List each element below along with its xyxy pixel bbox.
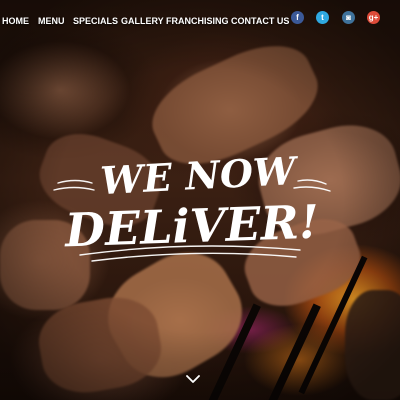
twitter-glyph: t	[321, 12, 324, 22]
nav-link-contact-us[interactable]: CONTACT US	[231, 16, 289, 26]
facebook-icon[interactable]: f	[291, 11, 304, 24]
nav-link-gallery[interactable]: GALLERY	[121, 16, 164, 26]
instagram-glyph: ◙	[346, 12, 351, 22]
chevron-down-icon[interactable]	[185, 373, 201, 385]
nav-link-franchising[interactable]: FRANCHISING	[166, 16, 229, 26]
google-plus-glyph: g+	[368, 12, 379, 22]
instagram-icon[interactable]: ◙	[342, 11, 355, 24]
facebook-glyph: f	[296, 12, 299, 22]
nav-link-specials[interactable]: SPECIALS	[73, 16, 118, 26]
nav-link-menu[interactable]: MENU	[38, 16, 65, 26]
hero-background-image	[0, 0, 400, 400]
main-nav: HOME MENU SPECIALS GALLERY FRANCHISING C…	[0, 0, 400, 40]
twitter-icon[interactable]: t	[316, 11, 329, 24]
google-plus-icon[interactable]: g+	[367, 11, 380, 24]
hero-vignette	[0, 0, 400, 400]
nav-link-home[interactable]: HOME	[2, 16, 29, 26]
